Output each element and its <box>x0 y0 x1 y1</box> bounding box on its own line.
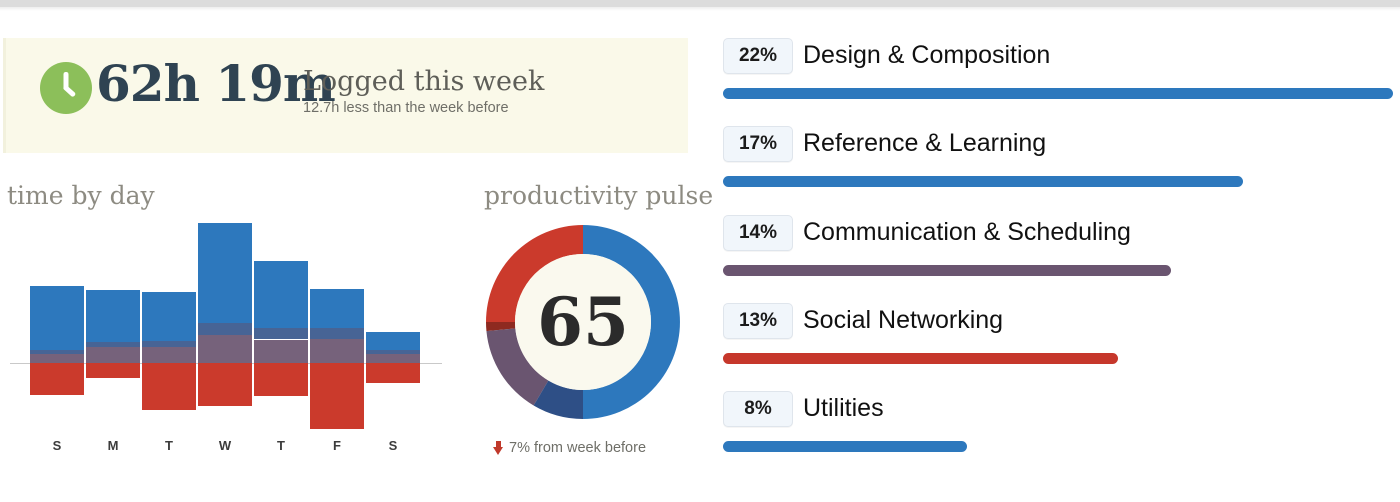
day-label: W <box>218 438 232 453</box>
category-name: Communication & Scheduling <box>803 217 1131 246</box>
day-label: M <box>107 438 119 453</box>
dashboard-root: 62h 19m Logged this week 12.7h less than… <box>0 0 1400 502</box>
pulse-change-text: 7% from week before <box>509 440 647 456</box>
summary-title: Logged this week <box>303 66 545 97</box>
category-bar-track <box>723 88 1393 99</box>
bar-segment-red <box>198 363 252 407</box>
bar-segment-purple <box>198 334 252 363</box>
bar-segment-purple <box>86 347 140 363</box>
bar-segment-dblue <box>366 349 420 354</box>
day-label: S <box>388 438 398 453</box>
bar-segment-purple <box>254 339 308 363</box>
bar-segment-red <box>86 363 140 379</box>
category-bar-fill <box>723 176 1243 187</box>
day-bar <box>198 205 252 410</box>
category-bar-fill <box>723 265 1171 276</box>
category-bar-fill <box>723 441 967 452</box>
top-categories-panel: 22% Design & Composition 17% Reference & Le… <box>700 0 1400 502</box>
bar-segment-red <box>142 363 196 410</box>
category-bar-track <box>723 353 1118 364</box>
day-label: T <box>277 438 285 453</box>
bar-segment-purple <box>366 353 420 363</box>
productivity-pulse-donut: 65 <box>483 222 683 422</box>
bar-segment-blue <box>366 331 420 350</box>
bar-segment-dblue <box>86 342 140 347</box>
bar-segment-dblue <box>30 349 84 354</box>
down-arrow-icon <box>493 441 504 455</box>
category-row[interactable]: 17% Reference & Learning <box>700 126 1400 196</box>
day-label: T <box>165 438 173 453</box>
day-bar <box>142 205 196 410</box>
bar-segment-dblue <box>198 322 252 335</box>
day-bar <box>30 205 84 410</box>
category-row[interactable]: 14% Communication & Scheduling <box>700 215 1400 285</box>
category-name: Social Networking <box>803 305 1004 334</box>
bar-segment-blue <box>142 291 196 342</box>
left-panel: 62h 19m Logged this week 12.7h less than… <box>0 0 713 502</box>
day-label: F <box>333 438 341 453</box>
category-percent-badge: 14% <box>723 215 793 251</box>
pulse-score: 65 <box>537 283 629 361</box>
bar-segment-purple <box>310 338 364 363</box>
day-label: S <box>52 438 62 453</box>
summary-subtitle: 12.7h less than the week before <box>303 100 509 116</box>
category-bar-fill <box>723 88 1393 99</box>
category-bar-fill <box>723 353 1118 364</box>
bar-segment-red <box>254 363 308 396</box>
bar-segment-dblue <box>310 328 364 339</box>
time-by-day-chart <box>0 205 450 429</box>
bar-segment-red <box>30 363 84 395</box>
category-bar-track <box>723 441 967 452</box>
bar-segment-blue <box>310 288 364 329</box>
bar-segment-red <box>366 363 420 383</box>
category-row[interactable]: 8% Utilities <box>700 391 1400 461</box>
category-bar-track <box>723 176 1243 187</box>
category-bar-track <box>723 265 1171 276</box>
category-percent-badge: 13% <box>723 303 793 339</box>
day-bar <box>254 205 308 410</box>
bar-segment-purple <box>142 347 196 363</box>
category-name: Reference & Learning <box>803 128 1047 157</box>
category-name: Utilities <box>803 393 884 422</box>
category-percent-badge: 8% <box>723 391 793 427</box>
day-bar <box>86 205 140 410</box>
pulse-change-note: 7% from week before <box>493 440 646 456</box>
category-row[interactable]: 22% Design & Composition <box>700 38 1400 108</box>
bar-segment-blue <box>86 289 140 343</box>
category-row[interactable]: 13% Social Networking <box>700 303 1400 373</box>
bar-segment-blue <box>254 261 308 329</box>
category-percent-badge: 17% <box>723 126 793 162</box>
time-by-day-axis-labels: S M T W T F S <box>0 438 450 458</box>
productivity-pulse-title: productivity pulse <box>484 181 714 210</box>
total-time-logged: 62h 19m <box>96 54 336 113</box>
bar-segment-blue <box>198 222 252 323</box>
day-bar <box>310 205 364 429</box>
bar-segment-dblue <box>254 328 308 340</box>
bar-segment-purple <box>30 353 84 363</box>
bar-segment-blue <box>30 285 84 350</box>
clock-icon <box>40 62 92 114</box>
bar-segment-red <box>310 363 364 429</box>
bar-segment-dblue <box>142 341 196 347</box>
category-name: Design & Composition <box>803 40 1051 69</box>
day-bar <box>366 205 420 410</box>
category-percent-badge: 22% <box>723 38 793 74</box>
